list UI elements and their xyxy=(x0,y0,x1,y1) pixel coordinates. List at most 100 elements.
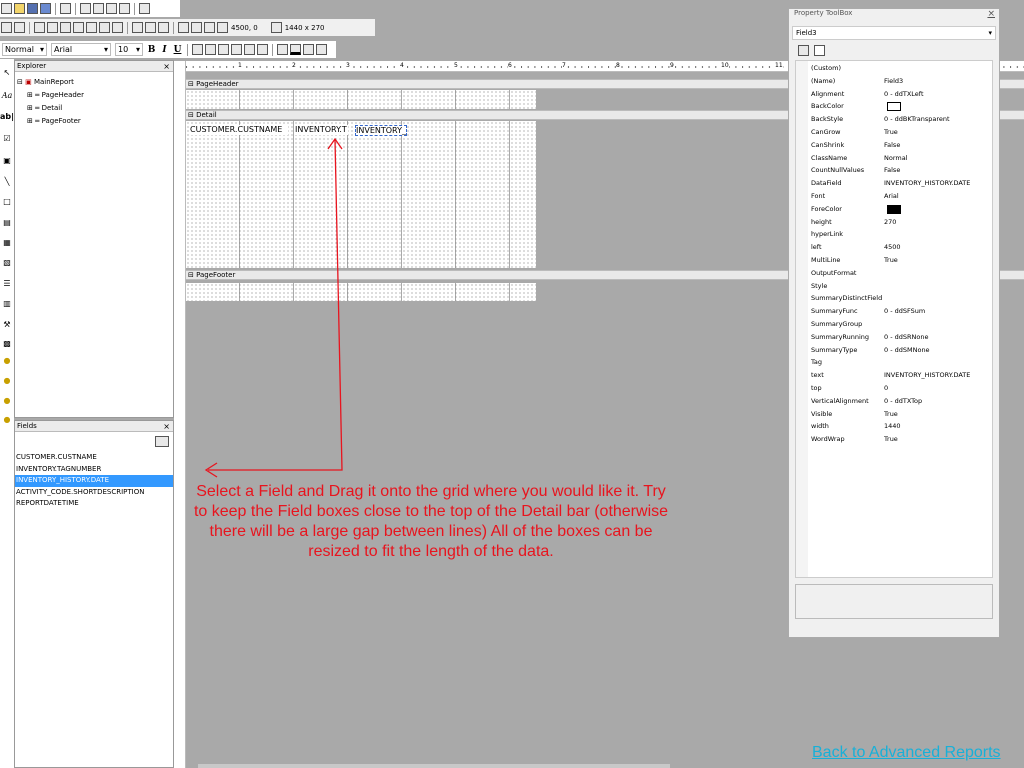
property-value[interactable]: True xyxy=(884,126,992,139)
text-align-center-icon[interactable] xyxy=(205,44,216,55)
send-back-icon[interactable] xyxy=(145,22,156,33)
print-preview-icon[interactable] xyxy=(60,3,71,14)
zoom-icon[interactable] xyxy=(99,22,110,33)
object-select[interactable]: Field3 ▾ xyxy=(792,26,996,40)
property-row[interactable]: (Name) Field3 xyxy=(808,75,992,88)
property-value[interactable]: True xyxy=(884,433,992,446)
text-align-left-icon[interactable] xyxy=(192,44,203,55)
save-all-icon[interactable] xyxy=(40,3,51,14)
undo-icon[interactable] xyxy=(73,22,84,33)
property-row[interactable]: CanGrow True xyxy=(808,126,992,139)
expand-icon[interactable]: ⊞ xyxy=(27,117,33,125)
property-value[interactable]: False xyxy=(884,164,992,177)
horizontal-scrollbar[interactable] xyxy=(198,764,670,768)
italic-button[interactable]: I xyxy=(158,45,171,55)
property-row[interactable]: ForeColor xyxy=(808,203,992,216)
property-value[interactable]: 0 - ddSRNone xyxy=(884,331,992,344)
pagefooter-grid[interactable] xyxy=(186,283,536,301)
collapse-icon[interactable]: ⊟ xyxy=(188,80,194,88)
tree-item-mainreport[interactable]: ⊟ ▣ MainReport xyxy=(15,76,173,89)
property-value[interactable]: False xyxy=(884,139,992,152)
style-select[interactable]: Normal ▾ xyxy=(2,43,47,56)
report-field-custname[interactable]: CUSTOMER.CUSTNAME xyxy=(190,125,288,135)
property-row[interactable]: BackColor xyxy=(808,100,992,113)
new-icon[interactable] xyxy=(1,3,12,14)
property-value[interactable] xyxy=(884,292,992,305)
property-value[interactable] xyxy=(884,318,992,331)
property-row[interactable]: height 270 xyxy=(808,216,992,229)
tree-item-pagefooter[interactable]: ⊞ ═ PageFooter xyxy=(15,115,173,128)
property-value[interactable]: INVENTORY_HISTORY.DATE xyxy=(884,369,992,382)
shape-tool-icon[interactable]: □ xyxy=(0,193,14,209)
pagebreak-tool-icon[interactable]: ☰ xyxy=(0,275,14,291)
property-row[interactable]: Alignment 0 - ddTXLeft xyxy=(808,88,992,101)
property-row[interactable]: top 0 xyxy=(808,382,992,395)
property-value[interactable]: 0 - ddSFSum xyxy=(884,305,992,318)
categorized-icon[interactable] xyxy=(798,45,809,56)
detail-grid[interactable] xyxy=(186,121,536,268)
property-value[interactable]: Field3 xyxy=(884,75,992,88)
property-value[interactable]: 0 xyxy=(884,382,992,395)
tree-item-pageheader[interactable]: ⊞ ═ PageHeader xyxy=(15,89,173,102)
tree-item-detail[interactable]: ⊞ ═ Detail xyxy=(15,102,173,115)
back-color-icon[interactable] xyxy=(277,44,288,55)
property-row[interactable]: CountNullValues False xyxy=(808,164,992,177)
field-item[interactable]: CUSTOMER.CUSTNAME xyxy=(15,452,173,464)
db-tool-icon[interactable]: ● xyxy=(0,352,14,368)
property-row[interactable]: hyperLink xyxy=(808,228,992,241)
paste-icon[interactable] xyxy=(60,22,71,33)
property-value[interactable]: Normal xyxy=(884,152,992,165)
same-size-icon[interactable] xyxy=(204,22,215,33)
report-field-date-selected[interactable]: INVENTORY_ xyxy=(355,125,407,136)
font-color-icon[interactable] xyxy=(290,44,301,55)
pageheader-grid[interactable] xyxy=(186,90,536,109)
property-row[interactable]: Tag xyxy=(808,356,992,369)
field-item-selected[interactable]: INVENTORY_HISTORY.DATE xyxy=(15,475,173,487)
field-tool-icon[interactable]: ab| xyxy=(0,108,14,124)
cut-icon[interactable] xyxy=(34,22,45,33)
property-value[interactable]: 0 - ddBKTransparent xyxy=(884,113,992,126)
backcolor-swatch[interactable] xyxy=(887,102,901,112)
ole-tool-icon[interactable]: ▦ xyxy=(0,234,14,250)
font-size-select[interactable]: 10 ▾ xyxy=(115,43,143,56)
property-value[interactable] xyxy=(884,267,992,280)
font-select[interactable]: Arial ▾ xyxy=(51,43,111,56)
property-row[interactable]: SummaryDistinctField xyxy=(808,292,992,305)
property-row[interactable]: DataField INVENTORY_HISTORY.DATE xyxy=(808,177,992,190)
barcode-tool-icon[interactable]: ▥ xyxy=(0,295,14,311)
find-icon[interactable] xyxy=(86,22,97,33)
save-icon[interactable] xyxy=(27,3,38,14)
property-row[interactable]: VerticalAlignment 0 - ddTXTop xyxy=(808,395,992,408)
lock-icon[interactable] xyxy=(112,22,123,33)
align-grid-icon[interactable] xyxy=(158,22,169,33)
close-icon[interactable]: × xyxy=(163,421,170,432)
property-value[interactable] xyxy=(884,62,992,75)
close-icon[interactable]: × xyxy=(987,9,995,23)
property-value[interactable]: Arial xyxy=(884,190,992,203)
property-row[interactable]: ClassName Normal xyxy=(808,152,992,165)
report-header-icon[interactable] xyxy=(80,3,91,14)
report-field-tagnumber[interactable]: INVENTORY.T xyxy=(295,125,348,135)
collapse-icon[interactable]: ⊟ xyxy=(17,78,23,86)
page-icon[interactable] xyxy=(106,3,117,14)
property-row[interactable]: text INVENTORY_HISTORY.DATE xyxy=(808,369,992,382)
expand-icon[interactable]: ⊞ xyxy=(27,104,33,112)
property-row[interactable]: CanShrink False xyxy=(808,139,992,152)
picture-tool-icon[interactable]: ▣ xyxy=(0,152,14,168)
line-color-icon[interactable] xyxy=(303,44,314,55)
pointer-icon[interactable]: ↖ xyxy=(0,64,14,80)
bullets-icon[interactable] xyxy=(231,44,242,55)
property-row[interactable]: SummaryRunning 0 - ddSRNone xyxy=(808,331,992,344)
db-tool-2-icon[interactable]: ● xyxy=(0,372,14,388)
property-value[interactable]: True xyxy=(884,408,992,421)
property-value[interactable]: 1440 xyxy=(884,420,992,433)
property-value[interactable]: 4500 xyxy=(884,241,992,254)
field-list-icon[interactable] xyxy=(155,436,169,447)
guide-icon[interactable] xyxy=(139,3,150,14)
back-to-advanced-reports-link[interactable]: Back to Advanced Reports xyxy=(812,744,1001,762)
property-row[interactable]: SummaryGroup xyxy=(808,318,992,331)
db-tool-4-icon[interactable]: ● xyxy=(0,411,14,427)
bring-front-icon[interactable] xyxy=(132,22,143,33)
collapse-icon[interactable]: ⊟ xyxy=(188,271,194,279)
alphabetical-icon[interactable] xyxy=(813,45,825,56)
